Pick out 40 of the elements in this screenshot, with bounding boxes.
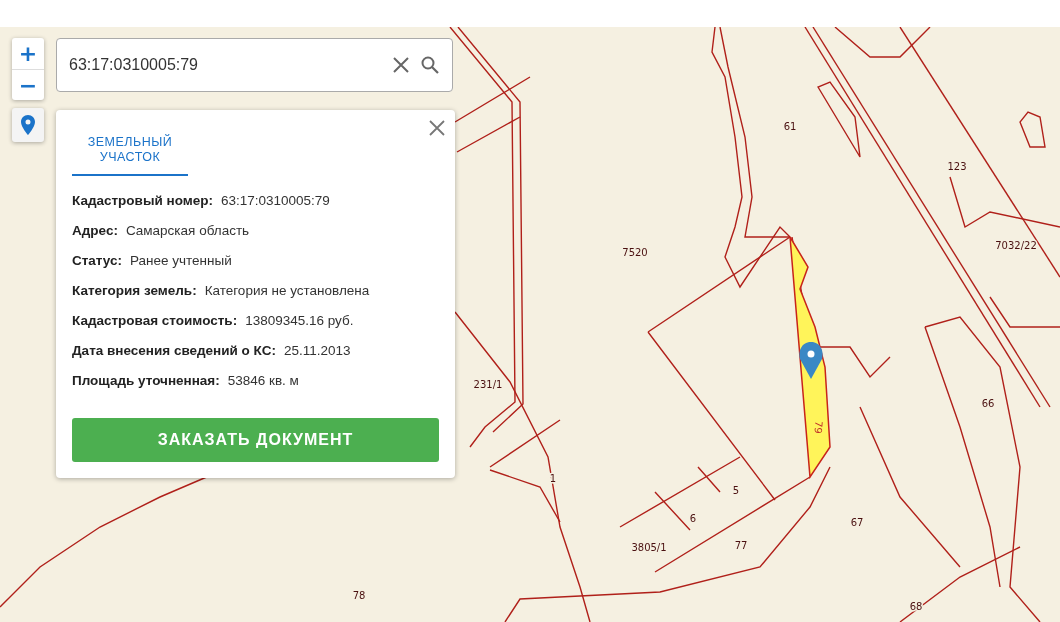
field-value: 53846 кв. м xyxy=(227,372,299,390)
parcel-number: 5 xyxy=(732,485,740,496)
parcel-number: 231/1 xyxy=(473,379,503,390)
parcel-number: 123 xyxy=(947,161,967,172)
field-label: Кадастровая стоимость: xyxy=(72,312,238,330)
close-icon[interactable] xyxy=(429,120,445,136)
parcel-number: 7032/22 xyxy=(995,240,1037,251)
field-value: 13809345.16 руб. xyxy=(245,312,354,330)
parcel-number: 61 xyxy=(783,121,797,132)
parcel-number: 67 xyxy=(850,517,864,528)
clear-icon[interactable] xyxy=(393,57,409,73)
parcel-number: 66 xyxy=(981,398,995,409)
field-label: Статус: xyxy=(72,252,122,270)
field-label: Адрес: xyxy=(72,222,118,240)
parcel-number: 79 xyxy=(812,420,825,435)
parcel-number: 78 xyxy=(352,590,366,601)
parcel-number: 7520 xyxy=(622,247,648,258)
search-icon[interactable] xyxy=(421,56,439,74)
tab[interactable]: ЗЕМЕЛЬНЫЙ УЧАСТОК xyxy=(72,124,188,176)
location-pin-icon[interactable] xyxy=(799,342,823,379)
map-pin-icon xyxy=(21,115,35,135)
field-value: Самарская область xyxy=(125,222,250,240)
field-label: Дата внесения сведений о КС: xyxy=(72,342,276,360)
parcel-number: 3805/1 xyxy=(631,542,667,553)
field-value: Категория не установлена xyxy=(204,282,370,300)
field-value: 63:17:0310005:79 xyxy=(220,192,330,210)
parcel-number: 6 xyxy=(689,513,697,524)
field-value: 25.11.2013 xyxy=(283,342,351,360)
field-label: Кадастровый номер: xyxy=(72,192,213,210)
location-button[interactable] xyxy=(12,108,44,142)
zoom-in-button[interactable]: + xyxy=(12,38,44,69)
parcel-number: 77 xyxy=(734,540,748,551)
zoom-out-button[interactable]: − xyxy=(12,69,44,100)
field-label: Площадь уточненная: xyxy=(72,372,220,390)
field-value: Ранее учтенный xyxy=(130,252,232,270)
order-document-button[interactable]: ЗАКАЗАТЬ ДОКУМЕНТ xyxy=(72,418,439,463)
parcel-number: 1 xyxy=(549,473,557,484)
field-label: Категория земель: xyxy=(72,282,197,300)
parcel-number: 68 xyxy=(909,601,923,612)
search-field[interactable]: 63:17:0310005:79 xyxy=(56,38,453,92)
